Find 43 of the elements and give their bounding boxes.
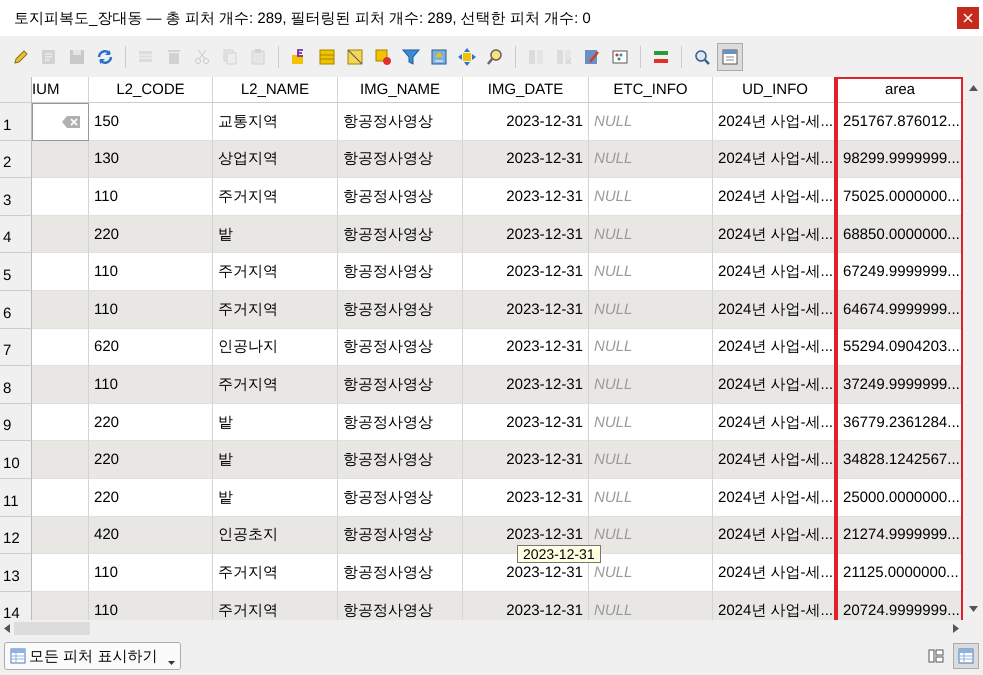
row-number[interactable]: 11 <box>0 478 32 517</box>
column-header[interactable]: ETC_INFO <box>589 77 713 103</box>
form-layout-icon <box>928 648 944 664</box>
row-number[interactable]: 4 <box>0 216 32 254</box>
scroll-left-icon[interactable] <box>4 624 10 633</box>
pan-icon <box>457 46 477 66</box>
filter-dropdown[interactable]: 모든 피처 표시하기 <box>4 642 182 670</box>
scroll-up-icon[interactable] <box>968 85 978 91</box>
row-number[interactable]: 6 <box>0 290 32 329</box>
column-header[interactable]: IMG_DATE <box>463 77 589 103</box>
row-number[interactable]: 7 <box>0 328 32 366</box>
deselect-icon <box>373 46 393 66</box>
caret-icon <box>168 661 176 665</box>
invert-selection-icon <box>345 46 365 66</box>
filter-icon <box>401 46 421 66</box>
close-button[interactable] <box>957 7 979 29</box>
row-number[interactable]: 14 <box>0 592 32 620</box>
row-number[interactable]: 9 <box>0 404 32 442</box>
scroll-down-icon[interactable] <box>968 606 978 612</box>
column-header[interactable]: L2_CODE <box>89 77 213 103</box>
table-icon <box>10 648 26 664</box>
input-field[interactable] <box>32 103 89 141</box>
table-icon <box>958 648 974 664</box>
window-title: 토지피복도_장대동 — 총 피처 개수: 289, 필터링된 피처 개수: 289, 선택한 피처 개수: 0 <box>14 8 592 28</box>
row-number[interactable]: 13 <box>0 554 32 592</box>
row-number[interactable]: 1 <box>0 103 32 141</box>
column-header[interactable]: IUM <box>32 77 89 103</box>
table-view-button[interactable] <box>953 643 979 669</box>
row-number[interactable]: 10 <box>0 441 32 479</box>
column-header[interactable]: IMG_NAME <box>338 77 463 103</box>
row-number[interactable]: 5 <box>0 253 32 291</box>
row-number[interactable]: 3 <box>0 178 32 216</box>
clear-icon[interactable] <box>62 116 80 128</box>
dock-button[interactable] <box>717 42 743 70</box>
select-all-icon <box>317 46 337 66</box>
move-top-icon <box>429 46 449 66</box>
close-icon <box>963 13 973 23</box>
column-header[interactable]: L2_NAME <box>213 77 338 103</box>
dock-icon <box>720 46 740 66</box>
scroll-right-icon[interactable] <box>953 624 959 633</box>
row-number[interactable]: 8 <box>0 366 32 404</box>
row-number[interactable]: 2 <box>0 140 32 178</box>
row-number[interactable]: 12 <box>0 516 32 554</box>
